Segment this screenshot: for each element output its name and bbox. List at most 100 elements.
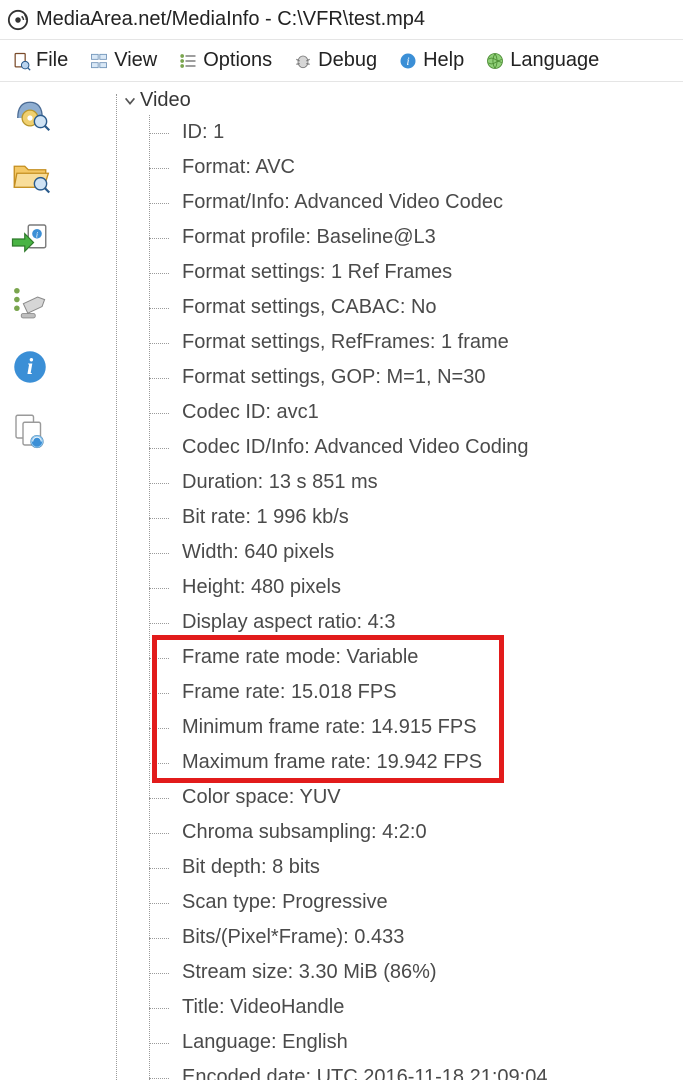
copy-button[interactable]	[7, 408, 53, 454]
property-label: Format settings, CABAC	[182, 296, 400, 318]
tree-item[interactable]: Duration: 13 s 851 ms	[172, 465, 679, 500]
tree-item[interactable]: Chroma subsampling: 4:2:0	[172, 815, 679, 850]
tree-item[interactable]: Format settings, CABAC: No	[172, 290, 679, 325]
separator: :	[265, 401, 276, 423]
tree-item[interactable]: Encoded date: UTC 2016-11-18 21:09:04	[172, 1060, 679, 1080]
about-button[interactable]: i	[7, 344, 53, 390]
tree-item[interactable]: Bit depth: 8 bits	[172, 850, 679, 885]
separator: :	[240, 576, 251, 598]
property-label: Scan type	[182, 891, 271, 913]
svg-text:i: i	[406, 55, 409, 68]
svg-text:i: i	[27, 354, 34, 379]
property-label: Format settings, RefFrames	[182, 331, 430, 353]
property-value: 1	[213, 121, 224, 143]
tree-item[interactable]: Frame rate: 15.018 FPS	[172, 675, 679, 710]
menubar: File View Options	[0, 40, 683, 82]
property-value: avc1	[277, 401, 319, 423]
tree-item[interactable]: Format profile: Baseline@L3	[172, 220, 679, 255]
tree-item[interactable]: Language: English	[172, 1025, 679, 1060]
tree-item[interactable]: Frame rate mode: Variable	[172, 640, 679, 675]
settings-button[interactable]	[7, 280, 53, 326]
separator: :	[219, 996, 230, 1018]
tree-panel[interactable]: Video ID: 1Format: AVCFormat/Info: Advan…	[60, 82, 683, 1080]
menu-options[interactable]: Options	[171, 46, 278, 75]
open-folder-button[interactable]	[7, 152, 53, 198]
property-value: YUV	[299, 786, 340, 808]
tree-item[interactable]: Color space: YUV	[172, 780, 679, 815]
menu-view-label: View	[114, 49, 157, 72]
open-media-button[interactable]	[7, 88, 53, 134]
tree-item[interactable]: Stream size: 3.30 MiB (86%)	[172, 955, 679, 990]
menu-language[interactable]: Language	[478, 46, 605, 75]
tree-item[interactable]: Format settings: 1 Ref Frames	[172, 255, 679, 290]
menu-file[interactable]: File	[4, 46, 74, 75]
menu-help[interactable]: i Help	[391, 46, 470, 75]
debug-icon	[292, 50, 314, 72]
property-label: Maximum frame rate	[182, 751, 365, 773]
property-value: 640 pixels	[244, 541, 334, 563]
window-title: MediaArea.net/MediaInfo - C:\VFR\test.mp…	[36, 8, 425, 31]
property-label: Codec ID	[182, 401, 265, 423]
property-label: Format settings, GOP	[182, 366, 375, 388]
tree-item[interactable]: Format/Info: Advanced Video Codec	[172, 185, 679, 220]
separator: :	[284, 191, 294, 213]
property-label: Format/Info	[182, 191, 284, 213]
separator: :	[280, 681, 291, 703]
titlebar: MediaArea.net/MediaInfo - C:\VFR\test.mp…	[0, 0, 683, 40]
tree-item[interactable]: Codec ID: avc1	[172, 395, 679, 430]
property-value: English	[282, 1031, 348, 1053]
property-value: 8 bits	[272, 856, 320, 878]
property-label: Format profile	[182, 226, 305, 248]
separator: :	[305, 226, 316, 248]
property-label: Encoded date	[182, 1066, 305, 1080]
tree-item[interactable]: Bit rate: 1 996 kb/s	[172, 500, 679, 535]
property-label: Title	[182, 996, 219, 1018]
app-icon	[6, 8, 30, 32]
tree-node-video[interactable]: Video	[108, 86, 679, 115]
tree-item[interactable]: Minimum frame rate: 14.915 FPS	[172, 710, 679, 745]
options-icon	[177, 50, 199, 72]
menu-options-label: Options	[203, 49, 272, 72]
tree-item[interactable]: Format settings, GOP: M=1, N=30	[172, 360, 679, 395]
property-label: Minimum frame rate	[182, 716, 360, 738]
property-label: Format	[182, 156, 245, 178]
tree-item[interactable]: Bits/(Pixel*Frame): 0.433	[172, 920, 679, 955]
tree-item[interactable]: ID: 1	[172, 115, 679, 150]
tree-item[interactable]: Maximum frame rate: 19.942 FPS	[172, 745, 679, 780]
separator: :	[304, 436, 314, 458]
property-value: Variable	[347, 646, 419, 668]
separator: :	[288, 961, 299, 983]
property-value: UTC 2016-11-18 21:09:04	[317, 1066, 548, 1080]
property-value: VideoHandle	[230, 996, 344, 1018]
separator: :	[365, 751, 376, 773]
property-value: AVC	[255, 156, 295, 178]
property-label: Bits/(Pixel*Frame)	[182, 926, 343, 948]
property-label: Format settings	[182, 261, 320, 283]
tree-item[interactable]: Display aspect ratio: 4:3	[172, 605, 679, 640]
menu-debug[interactable]: Debug	[286, 46, 383, 75]
property-value: 3.30 MiB (86%)	[299, 961, 437, 983]
tree-item[interactable]: Height: 480 pixels	[172, 570, 679, 605]
property-label: Codec ID/Info	[182, 436, 304, 458]
property-value: 1 996 kb/s	[256, 506, 348, 528]
property-label: Stream size	[182, 961, 288, 983]
tree-item[interactable]: Format settings, RefFrames: 1 frame	[172, 325, 679, 360]
chevron-down-icon[interactable]	[122, 93, 138, 109]
export-button[interactable]: i	[7, 216, 53, 262]
property-label: Display aspect ratio	[182, 611, 357, 633]
svg-text:i: i	[36, 230, 38, 239]
tree-item[interactable]: Title: VideoHandle	[172, 990, 679, 1025]
property-label: Frame rate mode	[182, 646, 335, 668]
separator: :	[202, 121, 213, 143]
tree-item[interactable]: Width: 640 pixels	[172, 535, 679, 570]
left-toolbar: i i	[0, 82, 60, 1080]
tree-item[interactable]: Codec ID/Info: Advanced Video Coding	[172, 430, 679, 465]
tree-item[interactable]: Scan type: Progressive	[172, 885, 679, 920]
view-icon	[88, 50, 110, 72]
separator: :	[271, 1031, 282, 1053]
tree-item[interactable]: Format: AVC	[172, 150, 679, 185]
separator: :	[305, 1066, 316, 1080]
menu-language-label: Language	[510, 49, 599, 72]
menu-debug-label: Debug	[318, 49, 377, 72]
menu-view[interactable]: View	[82, 46, 163, 75]
